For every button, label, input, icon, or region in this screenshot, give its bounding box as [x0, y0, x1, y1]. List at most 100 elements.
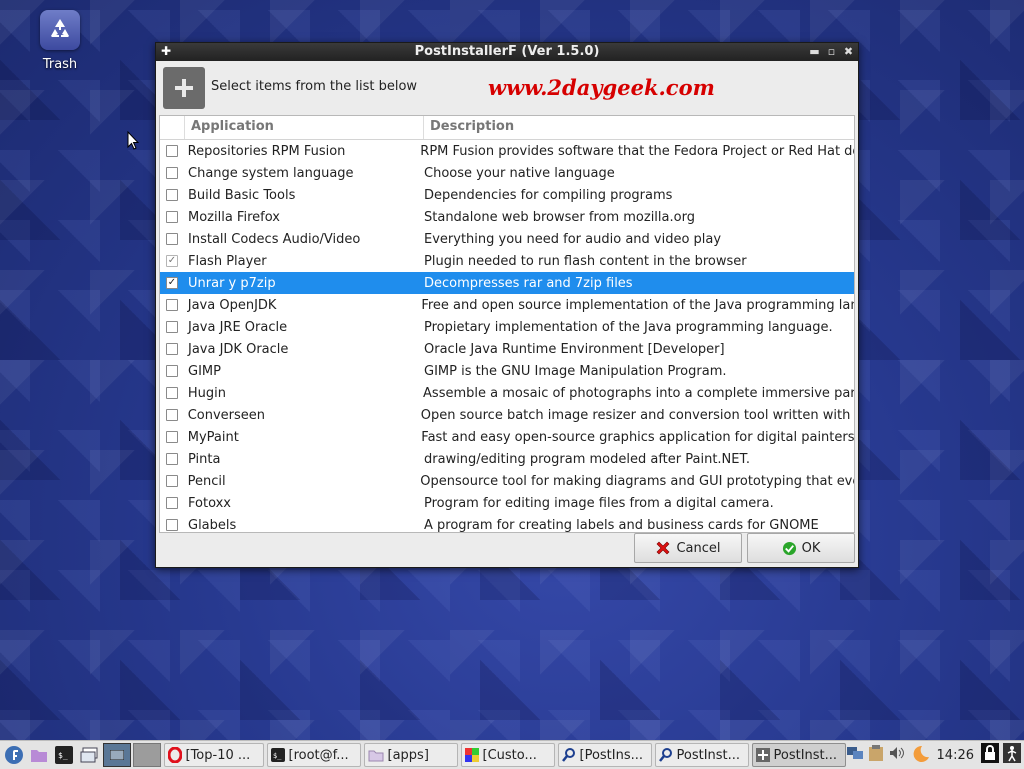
- mouse-cursor-icon: [127, 131, 139, 150]
- item-checkbox[interactable]: [166, 233, 178, 245]
- list-item[interactable]: Converseen Open source batch image resize…: [160, 404, 854, 426]
- terminal-launcher-icon[interactable]: $_: [53, 744, 75, 766]
- item-application: Install Codecs Audio/Video: [188, 231, 361, 247]
- maximize-icon[interactable]: ▫: [826, 43, 837, 61]
- item-application: Pencil: [187, 473, 226, 489]
- application-list[interactable]: Application Description Repositories RPM…: [159, 115, 855, 533]
- logout-icon[interactable]: [1003, 743, 1021, 767]
- window-titlebar[interactable]: ✚ PostInstallerF (Ver 1.5.0) ▬ ▫ ✖: [156, 43, 858, 61]
- item-checkbox[interactable]: [166, 497, 178, 509]
- taskbar-task-label: [PostIns...: [579, 747, 644, 763]
- item-checkbox[interactable]: ✓: [166, 277, 178, 289]
- list-item[interactable]: Pinta drawing/editing program modeled aft…: [160, 448, 854, 470]
- list-item[interactable]: Java JDK Oracle Oracle Java Runtime Envir…: [160, 338, 854, 360]
- column-header-check[interactable]: [160, 116, 185, 139]
- svg-text:$_: $_: [58, 751, 68, 760]
- item-checkbox[interactable]: [165, 409, 178, 421]
- column-header-application[interactable]: Application: [185, 116, 424, 139]
- item-description: Free and open source implementation of t…: [421, 297, 854, 313]
- taskbar-task[interactable]: PostInst...: [654, 743, 749, 767]
- list-item[interactable]: ✓ Unrar y p7zip Decompresses rar and 7zip …: [160, 272, 854, 294]
- opera-icon: [167, 747, 182, 763]
- taskbar-task[interactable]: $_ [root@f...: [266, 743, 361, 767]
- taskbar-task[interactable]: PostInst...: [751, 743, 846, 767]
- item-checkbox[interactable]: [166, 365, 178, 377]
- taskbar-task[interactable]: [Custo...: [460, 743, 555, 767]
- list-item[interactable]: ✓ Flash Player Plugin needed to run flash …: [160, 250, 854, 272]
- volume-icon[interactable]: [888, 745, 906, 765]
- item-application: Hugin: [187, 385, 227, 401]
- list-prompt: Select items from the list below: [211, 79, 418, 94]
- clock[interactable]: 14:26: [937, 748, 974, 763]
- close-icon[interactable]: ✖: [843, 43, 854, 61]
- list-item[interactable]: Change system language Choose your native…: [160, 162, 854, 184]
- list-item[interactable]: Hugin Assemble a mosaic of photographs in…: [160, 382, 854, 404]
- taskbar-task[interactable]: [PostIns...: [557, 743, 652, 767]
- item-checkbox[interactable]: [166, 343, 178, 355]
- item-checkbox[interactable]: [165, 299, 178, 311]
- item-application: Java OpenJDK: [187, 297, 277, 313]
- list-item[interactable]: Java JRE Oracle Propietary implementation…: [160, 316, 854, 338]
- list-item[interactable]: Mozilla Firefox Standalone web browser fr…: [160, 206, 854, 228]
- item-checkbox[interactable]: [165, 431, 178, 443]
- clipboard-icon[interactable]: [868, 744, 884, 766]
- item-description: Everything you need for audio and video …: [424, 231, 722, 247]
- list-item[interactable]: Glabels A program for creating labels and…: [160, 514, 854, 533]
- trash-desktop-icon[interactable]: Trash: [30, 10, 90, 72]
- item-checkbox[interactable]: [165, 145, 178, 157]
- list-item[interactable]: Build Basic Tools Dependencies for compil…: [160, 184, 854, 206]
- list-item[interactable]: Java OpenJDK Free and open source impleme…: [160, 294, 854, 316]
- item-application: Converseen: [187, 407, 266, 423]
- workspace-2-icon[interactable]: [132, 743, 161, 767]
- item-application: Change system language: [188, 165, 354, 181]
- watermark-text: www.2daygeek.com: [488, 75, 715, 100]
- item-application: Mozilla Firefox: [188, 209, 280, 225]
- window-menu-icon[interactable]: ✚: [160, 45, 172, 58]
- fedora-menu-icon[interactable]: [3, 744, 25, 766]
- list-item[interactable]: MyPaint Fast and easy open-source graphic…: [160, 426, 854, 448]
- taskbar-task[interactable]: [Top-10 ...: [163, 743, 264, 767]
- item-application: MyPaint: [187, 429, 239, 445]
- plus-icon: [755, 748, 770, 762]
- item-description: RPM Fusion provides software that the Fe…: [420, 143, 855, 159]
- files-launcher-icon[interactable]: [28, 744, 50, 766]
- taskbar-task[interactable]: [apps]: [363, 743, 458, 767]
- item-checkbox[interactable]: [166, 167, 178, 179]
- item-checkbox[interactable]: [166, 189, 178, 201]
- lock-screen-icon[interactable]: [981, 743, 999, 767]
- item-checkbox[interactable]: [166, 519, 178, 531]
- item-description: Oracle Java Runtime Environment [Develop…: [424, 341, 725, 357]
- list-item[interactable]: Fotoxx Program for editing image files fr…: [160, 492, 854, 514]
- list-item[interactable]: Repositories RPM Fusion RPM Fusion provid…: [160, 140, 854, 162]
- svg-text:$_: $_: [273, 752, 282, 760]
- workspace-1-icon[interactable]: [102, 743, 131, 767]
- night-light-icon[interactable]: [910, 744, 930, 766]
- item-application: Build Basic Tools: [188, 187, 296, 203]
- show-desktop-icon[interactable]: [78, 744, 100, 766]
- taskbar-task-label: [Top-10 ...: [185, 747, 251, 763]
- list-item[interactable]: Pencil Opensource tool for making diagram…: [160, 470, 854, 492]
- item-description: drawing/editing program modeled after Pa…: [424, 451, 751, 467]
- item-application: Flash Player: [188, 253, 267, 269]
- list-item[interactable]: Install Codecs Audio/Video Everything you…: [160, 228, 854, 250]
- item-description: Open source batch image resizer and conv…: [420, 407, 855, 423]
- item-application: Java JDK Oracle: [188, 341, 289, 357]
- item-description: Plugin needed to run flash content in th…: [424, 253, 747, 269]
- item-checkbox[interactable]: ✓: [166, 255, 178, 267]
- minimize-icon[interactable]: ▬: [809, 43, 820, 61]
- item-application: Glabels: [188, 517, 237, 533]
- column-header-description[interactable]: Description: [424, 116, 514, 139]
- item-checkbox[interactable]: [166, 321, 178, 333]
- network-icon[interactable]: [846, 745, 864, 765]
- item-description: GIMP is the GNU Image Manipulation Progr…: [424, 363, 727, 379]
- taskbar-task-label: [apps]: [387, 747, 429, 763]
- cancel-button[interactable]: Cancel: [634, 533, 742, 563]
- list-item[interactable]: GIMP GIMP is the GNU Image Manipulation P…: [160, 360, 854, 382]
- item-application: Fotoxx: [188, 495, 232, 511]
- item-checkbox[interactable]: [166, 211, 178, 223]
- item-checkbox[interactable]: [165, 475, 178, 487]
- item-checkbox[interactable]: [166, 453, 178, 465]
- taskbar-task-label: PostInst...: [773, 747, 838, 763]
- ok-button[interactable]: OK: [747, 533, 855, 563]
- item-checkbox[interactable]: [165, 387, 178, 399]
